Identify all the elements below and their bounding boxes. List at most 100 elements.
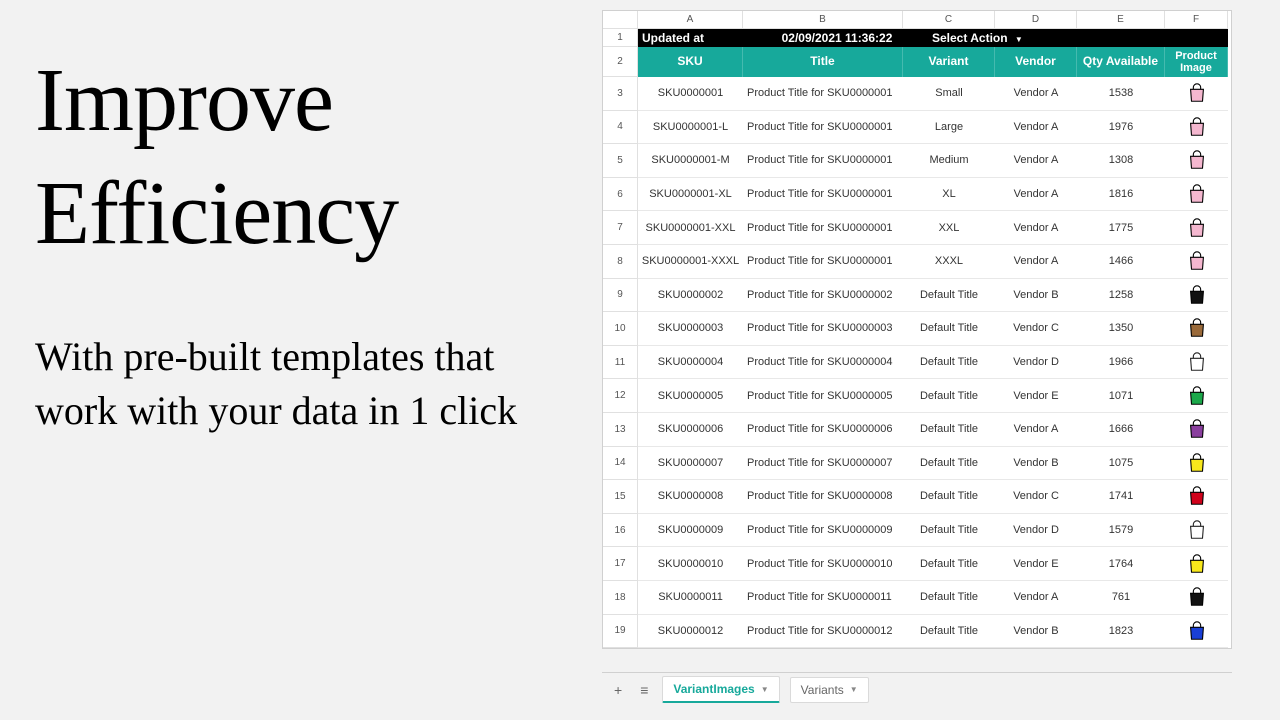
cell-image[interactable]	[1165, 111, 1228, 145]
cell-title[interactable]: Product Title for SKU0000001	[743, 211, 903, 245]
cell-variant[interactable]: XL	[903, 178, 995, 212]
cell-qty[interactable]: 1258	[1077, 279, 1165, 313]
cell-qty[interactable]: 1579	[1077, 514, 1165, 548]
cell-title[interactable]: Product Title for SKU0000005	[743, 379, 903, 413]
cell-qty[interactable]: 1666	[1077, 413, 1165, 447]
cell-vendor[interactable]: Vendor A	[995, 245, 1077, 279]
cell-sku[interactable]: SKU0000009	[638, 514, 743, 548]
cell-sku[interactable]: SKU0000010	[638, 547, 743, 581]
cell-variant[interactable]: XXXL	[903, 245, 995, 279]
cell-qty[interactable]: 1741	[1077, 480, 1165, 514]
cell-sku[interactable]: SKU0000007	[638, 447, 743, 481]
cell-variant[interactable]: Default Title	[903, 312, 995, 346]
cell-title[interactable]: Product Title for SKU0000003	[743, 312, 903, 346]
tab-variants[interactable]: Variants ▼	[790, 677, 869, 703]
cell-vendor[interactable]: Vendor B	[995, 279, 1077, 313]
cell-sku[interactable]: SKU0000008	[638, 480, 743, 514]
cell-variant[interactable]: Small	[903, 77, 995, 111]
cell-vendor[interactable]: Vendor A	[995, 581, 1077, 615]
cell-variant[interactable]: Default Title	[903, 279, 995, 313]
cell-title[interactable]: Product Title for SKU0000001	[743, 178, 903, 212]
cell-sku[interactable]: SKU0000001-XL	[638, 178, 743, 212]
add-sheet-button[interactable]: +	[610, 678, 626, 702]
cell-image[interactable]	[1165, 514, 1228, 548]
cell-qty[interactable]: 1538	[1077, 77, 1165, 111]
cell-title[interactable]: Product Title for SKU0000001	[743, 245, 903, 279]
cell-sku[interactable]: SKU0000004	[638, 346, 743, 380]
cell-qty[interactable]: 1350	[1077, 312, 1165, 346]
cell-title[interactable]: Product Title for SKU0000001	[743, 111, 903, 145]
cell-vendor[interactable]: Vendor A	[995, 144, 1077, 178]
cell-sku[interactable]: SKU0000001-XXL	[638, 211, 743, 245]
cell-variant[interactable]: Default Title	[903, 581, 995, 615]
cell-image[interactable]	[1165, 379, 1228, 413]
cell-title[interactable]: Product Title for SKU0000001	[743, 77, 903, 111]
cell-vendor[interactable]: Vendor A	[995, 178, 1077, 212]
cell-title[interactable]: Product Title for SKU0000010	[743, 547, 903, 581]
cell-variant[interactable]: Large	[903, 111, 995, 145]
cell-sku[interactable]: SKU0000001-XXXL	[638, 245, 743, 279]
cell-image[interactable]	[1165, 77, 1228, 111]
cell-variant[interactable]: Default Title	[903, 413, 995, 447]
cell-variant[interactable]: XXL	[903, 211, 995, 245]
cell-vendor[interactable]: Vendor C	[995, 312, 1077, 346]
cell-title[interactable]: Product Title for SKU0000008	[743, 480, 903, 514]
cell-qty[interactable]: 1966	[1077, 346, 1165, 380]
cell-sku[interactable]: SKU0000012	[638, 615, 743, 649]
cell-image[interactable]	[1165, 312, 1228, 346]
cell-vendor[interactable]: Vendor C	[995, 480, 1077, 514]
cell-qty[interactable]: 1071	[1077, 379, 1165, 413]
cell-title[interactable]: Product Title for SKU0000007	[743, 447, 903, 481]
cell-variant[interactable]: Default Title	[903, 346, 995, 380]
cell-vendor[interactable]: Vendor E	[995, 379, 1077, 413]
cell-vendor[interactable]: Vendor A	[995, 413, 1077, 447]
cell-vendor[interactable]: Vendor A	[995, 211, 1077, 245]
cell-image[interactable]	[1165, 581, 1228, 615]
cell-qty[interactable]: 1075	[1077, 447, 1165, 481]
cell-image[interactable]	[1165, 245, 1228, 279]
cell-vendor[interactable]: Vendor D	[995, 346, 1077, 380]
select-action-dropdown[interactable]: Select Action ▼	[932, 31, 1023, 45]
cell-qty[interactable]: 1764	[1077, 547, 1165, 581]
cell-image[interactable]	[1165, 178, 1228, 212]
cell-sku[interactable]: SKU0000005	[638, 379, 743, 413]
cell-sku[interactable]: SKU0000001-M	[638, 144, 743, 178]
cell-title[interactable]: Product Title for SKU0000012	[743, 615, 903, 649]
cell-image[interactable]	[1165, 615, 1228, 649]
cell-title[interactable]: Product Title for SKU0000011	[743, 581, 903, 615]
cell-variant[interactable]: Default Title	[903, 379, 995, 413]
cell-qty[interactable]: 1816	[1077, 178, 1165, 212]
cell-variant[interactable]: Medium	[903, 144, 995, 178]
cell-image[interactable]	[1165, 413, 1228, 447]
cell-variant[interactable]: Default Title	[903, 447, 995, 481]
cell-image[interactable]	[1165, 447, 1228, 481]
cell-variant[interactable]: Default Title	[903, 480, 995, 514]
cell-variant[interactable]: Default Title	[903, 615, 995, 649]
cell-vendor[interactable]: Vendor B	[995, 447, 1077, 481]
cell-image[interactable]	[1165, 279, 1228, 313]
cell-variant[interactable]: Default Title	[903, 514, 995, 548]
cell-vendor[interactable]: Vendor A	[995, 111, 1077, 145]
cell-qty[interactable]: 1823	[1077, 615, 1165, 649]
cell-image[interactable]	[1165, 211, 1228, 245]
cell-title[interactable]: Product Title for SKU0000006	[743, 413, 903, 447]
cell-sku[interactable]: SKU0000003	[638, 312, 743, 346]
cell-vendor[interactable]: Vendor A	[995, 77, 1077, 111]
cell-sku[interactable]: SKU0000002	[638, 279, 743, 313]
cell-vendor[interactable]: Vendor E	[995, 547, 1077, 581]
all-sheets-button[interactable]: ≡	[636, 678, 652, 702]
cell-title[interactable]: Product Title for SKU0000001	[743, 144, 903, 178]
cell-title[interactable]: Product Title for SKU0000002	[743, 279, 903, 313]
cell-sku[interactable]: SKU0000006	[638, 413, 743, 447]
cell-image[interactable]	[1165, 346, 1228, 380]
cell-title[interactable]: Product Title for SKU0000009	[743, 514, 903, 548]
cell-vendor[interactable]: Vendor D	[995, 514, 1077, 548]
cell-variant[interactable]: Default Title	[903, 547, 995, 581]
cell-image[interactable]	[1165, 547, 1228, 581]
cell-qty[interactable]: 761	[1077, 581, 1165, 615]
cell-image[interactable]	[1165, 480, 1228, 514]
cell-sku[interactable]: SKU0000001-L	[638, 111, 743, 145]
cell-image[interactable]	[1165, 144, 1228, 178]
cell-vendor[interactable]: Vendor B	[995, 615, 1077, 649]
cell-sku[interactable]: SKU0000001	[638, 77, 743, 111]
